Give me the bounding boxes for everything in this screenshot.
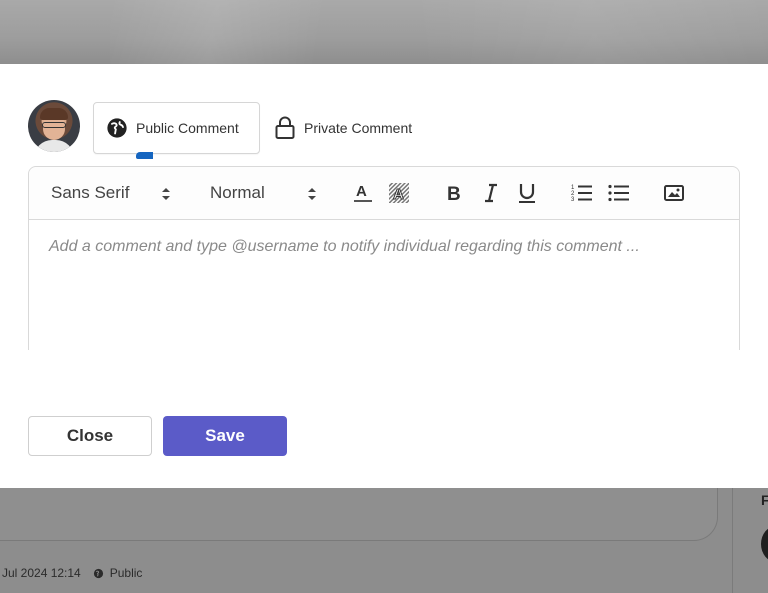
ordered-list-button[interactable]: 1 2 3 — [570, 181, 594, 205]
svg-text:3: 3 — [571, 197, 575, 203]
tab-label: Private Comment — [304, 120, 413, 136]
insert-image-button[interactable] — [662, 181, 686, 205]
bold-icon: B — [445, 183, 463, 203]
active-tab-indicator — [136, 152, 153, 159]
close-button[interactable]: Close — [28, 416, 152, 456]
highlight-icon: A — [388, 182, 410, 204]
comment-editor: Sans Serif Normal A A B 1 2 3 Add a comm… — [28, 166, 740, 350]
svg-text:A: A — [356, 183, 367, 200]
comment-modal: Public Comment Private Comment Sans Seri… — [0, 64, 768, 488]
text-color-icon: A — [353, 182, 373, 204]
svg-text:A: A — [393, 186, 404, 203]
italic-icon — [483, 183, 499, 203]
background-comment-meta: Jul 2024 12:14 Public — [2, 566, 142, 580]
underline-icon — [518, 182, 536, 204]
updown-arrows-icon — [307, 186, 317, 206]
font-family-select[interactable]: Sans Serif — [51, 181, 177, 205]
globe-icon — [93, 568, 104, 579]
image-icon — [664, 184, 684, 202]
ordered-list-icon: 1 2 3 — [571, 183, 593, 203]
side-panel-letter: F — [761, 492, 768, 508]
editor-toolbar: Sans Serif Normal A A B 1 2 3 — [29, 167, 739, 220]
background-comments-area: Jul 2024 12:14 Public F — [0, 488, 768, 593]
font-family-value: Sans Serif — [51, 183, 130, 202]
bullet-list-icon — [608, 183, 630, 203]
avatar-glasses — [42, 122, 66, 128]
bold-button[interactable]: B — [442, 181, 466, 205]
updown-arrows-icon — [161, 186, 171, 206]
tab-private-comment[interactable]: Private Comment — [274, 102, 444, 154]
background-comment-input — [0, 488, 718, 541]
avatar-hair — [40, 108, 68, 120]
font-size-select[interactable]: Normal — [210, 181, 320, 205]
background-side-panel: F — [732, 488, 768, 593]
lock-icon — [274, 116, 296, 140]
comment-text-area[interactable]: Add a comment and type @username to noti… — [29, 220, 739, 350]
globe-icon — [106, 117, 128, 139]
comment-visibility: Public — [109, 566, 143, 580]
tab-public-comment[interactable]: Public Comment — [93, 102, 260, 154]
text-color-button[interactable]: A — [351, 181, 375, 205]
avatar — [28, 100, 80, 152]
background-decoration — [110, 0, 370, 64]
bullet-list-button[interactable] — [607, 181, 631, 205]
comment-timestamp: Jul 2024 12:14 — [2, 566, 81, 580]
underline-button[interactable] — [515, 181, 539, 205]
save-button[interactable]: Save — [163, 416, 287, 456]
side-panel-avatar — [761, 526, 768, 562]
svg-text:B: B — [447, 184, 461, 203]
highlight-button[interactable]: A — [387, 181, 411, 205]
comment-placeholder: Add a comment and type @username to noti… — [49, 238, 640, 255]
italic-button[interactable] — [479, 181, 503, 205]
tab-label: Public Comment — [136, 120, 239, 136]
avatar-shirt — [34, 140, 74, 152]
background-header — [0, 0, 768, 64]
background-decoration — [420, 0, 768, 64]
font-size-value: Normal — [210, 183, 265, 202]
